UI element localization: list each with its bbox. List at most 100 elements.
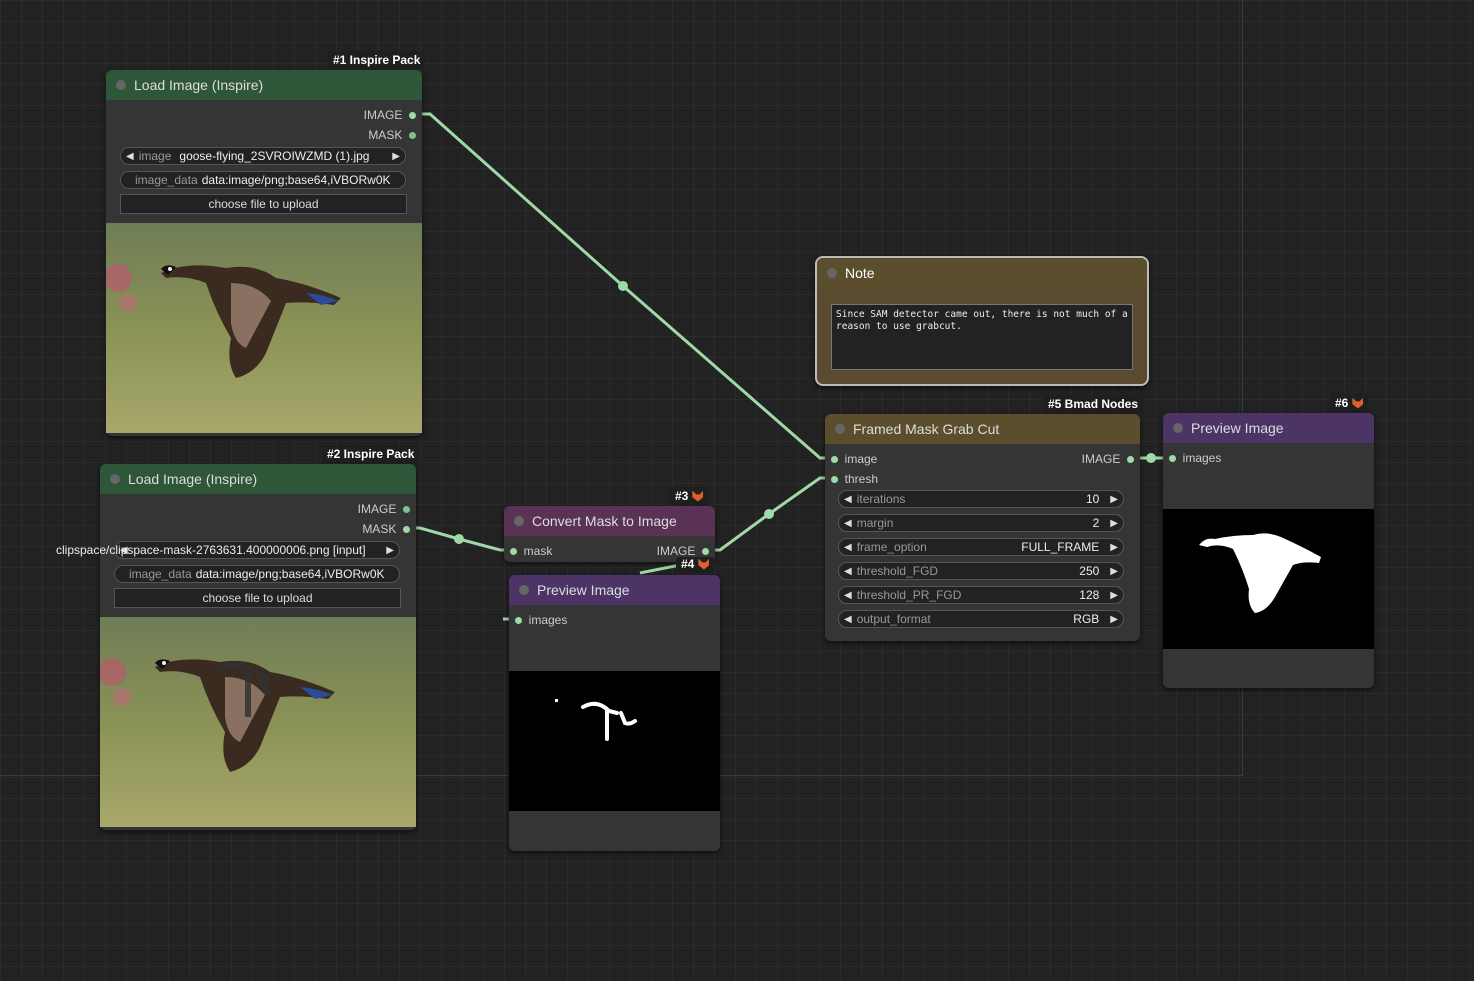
choose-file-button[interactable]: choose file to upload — [120, 194, 407, 214]
collapse-dot-icon[interactable] — [827, 268, 837, 278]
arrow-right-icon[interactable]: ▶ — [1110, 566, 1118, 577]
collapse-dot-icon[interactable] — [1173, 423, 1183, 433]
node-title: Note — [845, 265, 875, 281]
slot-label: MASK — [368, 128, 403, 142]
collapse-dot-icon[interactable] — [110, 474, 120, 484]
link-reroute-dot — [1146, 453, 1156, 463]
node-title: Preview Image — [1191, 420, 1284, 436]
widget-value: data:image/png;base64,iVBORw0K — [201, 173, 391, 187]
node-preview-image-4[interactable]: Preview Image images — [509, 575, 720, 851]
arrow-right-icon[interactable]: ▶ — [1110, 494, 1118, 505]
collapse-dot-icon[interactable] — [116, 80, 126, 90]
slot-dot-icon[interactable] — [831, 455, 838, 463]
slot-dot-icon[interactable] — [831, 475, 838, 483]
frame-option-widget[interactable]: ◀ frame_option FULL_FRAME ▶ — [838, 538, 1124, 556]
node-framed-mask-grab-cut[interactable]: Framed Mask Grab Cut image thresh IMAGE … — [825, 414, 1140, 641]
node-title: Framed Mask Grab Cut — [853, 421, 1000, 437]
mask-preview-image — [509, 671, 720, 811]
node-title-bar[interactable]: Note — [817, 258, 1147, 288]
slot-dot-icon[interactable] — [403, 505, 410, 513]
output-image-slot[interactable]: IMAGE — [358, 502, 410, 516]
grabcut-result-image — [1163, 509, 1374, 649]
input-images-slot[interactable]: images — [1169, 451, 1221, 465]
arrow-right-icon[interactable]: ▶ — [386, 545, 394, 556]
arrow-right-icon[interactable]: ▶ — [1110, 542, 1118, 553]
threshold-pr-fgd-widget[interactable]: ◀ threshold_PR_FGD 128 ▶ — [838, 586, 1124, 604]
badge-text: #1 Inspire Pack — [333, 53, 421, 67]
badge-text: #2 Inspire Pack — [327, 447, 415, 461]
slot-dot-icon[interactable] — [1169, 454, 1176, 462]
node-convert-mask[interactable]: Convert Mask to Image mask IMAGE — [504, 506, 715, 562]
arrow-left-icon[interactable]: ◀ — [844, 566, 852, 577]
arrow-right-icon[interactable]: ▶ — [1110, 518, 1118, 529]
badge-text: #3 — [675, 489, 689, 503]
output-image-slot[interactable]: IMAGE — [364, 108, 416, 122]
link-reroute-dot — [618, 281, 628, 291]
arrow-left-icon[interactable]: ◀ — [844, 518, 852, 529]
widget-value: RGB — [1073, 612, 1100, 626]
arrow-left-icon[interactable]: ◀ — [844, 614, 852, 625]
goose-photo-masked — [100, 617, 416, 827]
collapse-dot-icon[interactable] — [835, 424, 845, 434]
arrow-right-icon[interactable]: ▶ — [1110, 590, 1118, 601]
note-node[interactable]: Note Since SAM detector came out, there … — [815, 256, 1149, 386]
slot-dot-icon[interactable] — [403, 525, 410, 533]
image-data-widget[interactable]: image_data data:image/png;base64,iVBORw0… — [120, 171, 406, 189]
slot-dot-icon[interactable] — [515, 616, 522, 624]
widget-value: 128 — [1079, 588, 1100, 602]
widget-label: frame_option — [856, 540, 927, 554]
node-badge: #6 — [1330, 394, 1369, 412]
slot-dot-icon[interactable] — [702, 547, 709, 555]
node-title-bar[interactable]: Framed Mask Grab Cut — [825, 414, 1140, 444]
widget-value: 2 — [1092, 516, 1100, 530]
node-title: Load Image (Inspire) — [128, 471, 258, 487]
slot-dot-icon[interactable] — [409, 111, 416, 119]
output-image-slot[interactable]: IMAGE — [1082, 452, 1134, 466]
arrow-left-icon[interactable]: ◀ — [844, 542, 852, 553]
collapse-dot-icon[interactable] — [514, 516, 524, 526]
slot-label: images — [1182, 451, 1222, 465]
node-load-image-1[interactable]: Load Image (Inspire) IMAGE MASK ◀ image … — [106, 70, 422, 436]
node-title: Load Image (Inspire) — [134, 77, 264, 93]
node-preview-image-6[interactable]: Preview Image images — [1163, 413, 1374, 688]
link-n1-image-to-n5 — [412, 112, 834, 460]
output-format-widget[interactable]: ◀ output_format RGB ▶ — [838, 610, 1124, 628]
node-title-bar[interactable]: Load Image (Inspire) — [106, 70, 422, 100]
node-title-bar[interactable]: Load Image (Inspire) — [100, 464, 416, 494]
link-n3-to-n5-thresh — [705, 476, 834, 552]
image-data-widget[interactable]: image_data data:image/png;base64,iVBORw0… — [114, 565, 400, 583]
node-load-image-2[interactable]: Load Image (Inspire) IMAGE MASK ◀ ▶ clip… — [56, 464, 416, 830]
collapse-dot-icon[interactable] — [519, 585, 529, 595]
widget-value: goose-flying_2SVROIWZMD (1).jpg — [179, 149, 370, 163]
arrow-left-icon[interactable]: ◀ — [126, 151, 134, 162]
image-combo-widget[interactable]: ◀ image goose-flying_2SVROIWZMD (1).jpg … — [120, 147, 406, 165]
margin-widget[interactable]: ◀ margin 2 ▶ — [838, 514, 1124, 532]
input-images-slot[interactable]: images — [515, 613, 567, 627]
arrow-left-icon[interactable]: ◀ — [844, 494, 852, 505]
node-title-bar[interactable]: Preview Image — [1163, 413, 1374, 443]
note-textarea[interactable]: Since SAM detector came out, there is no… — [831, 304, 1133, 370]
threshold-fgd-widget[interactable]: ◀ threshold_FGD 250 ▶ — [838, 562, 1124, 580]
slot-dot-icon[interactable] — [1127, 455, 1134, 463]
widget-label: image — [138, 149, 172, 163]
input-image-slot[interactable]: image — [831, 452, 877, 466]
arrow-right-icon[interactable]: ▶ — [1110, 614, 1118, 625]
fox-icon — [692, 490, 704, 502]
arrow-left-icon[interactable]: ◀ — [844, 590, 852, 601]
output-mask-slot[interactable]: MASK — [368, 128, 416, 142]
iterations-widget[interactable]: ◀ iterations 10 ▶ — [838, 490, 1124, 508]
slot-dot-icon[interactable] — [510, 547, 517, 555]
node-title-bar[interactable]: Preview Image — [509, 575, 720, 605]
arrow-right-icon[interactable]: ▶ — [392, 151, 400, 162]
output-mask-slot[interactable]: MASK — [362, 522, 410, 536]
slot-label: IMAGE — [357, 502, 397, 516]
slot-dot-icon[interactable] — [409, 131, 416, 139]
node-title-bar[interactable]: Convert Mask to Image — [504, 506, 715, 536]
input-thresh-slot[interactable]: thresh — [831, 472, 878, 486]
output-image-slot[interactable]: IMAGE — [657, 544, 709, 558]
widget-label: iterations — [856, 492, 906, 506]
input-mask-slot[interactable]: mask — [510, 544, 552, 558]
widget-value: 250 — [1079, 564, 1100, 578]
node-badge: #2 Inspire Pack — [322, 445, 420, 463]
choose-file-button[interactable]: choose file to upload — [114, 588, 401, 608]
